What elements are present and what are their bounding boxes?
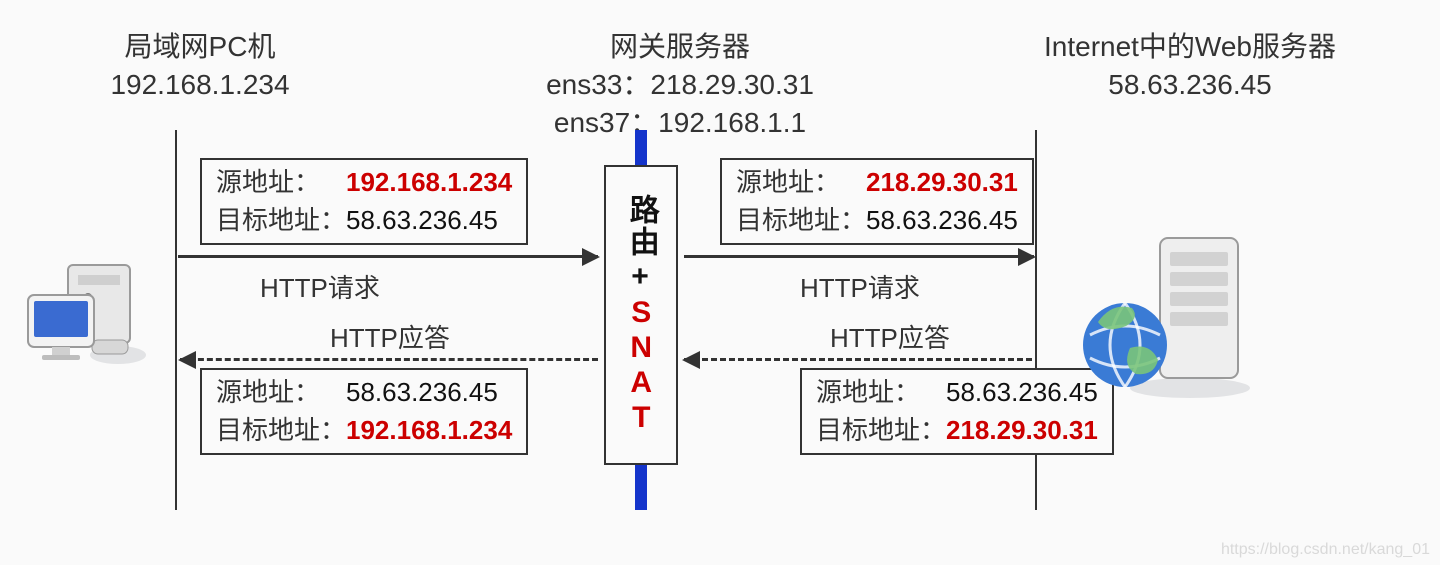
gateway-title: 网关服务器	[400, 28, 960, 66]
snat-box-plus: +	[631, 258, 651, 296]
pc-icon	[20, 255, 160, 395]
arrow-response-right	[684, 358, 1032, 361]
lifeline-client	[175, 130, 177, 510]
caption-response-right: HTTP应答	[830, 318, 950, 355]
pkt1-dst: 58.63.236.45	[346, 205, 498, 235]
node-lan-pc: 局域网PC机 192.168.1.234	[0, 28, 400, 104]
node-gateway: 网关服务器 ens33：218.29.30.31 ens37：192.168.1…	[400, 28, 960, 141]
packet-request-wan: 源地址：218.29.30.31 目标地址：58.63.236.45	[720, 158, 1034, 245]
snat-box-top: 路由	[622, 194, 660, 258]
snat-box-bottom: SNAT	[622, 296, 660, 436]
pkt2-dst: 58.63.236.45	[866, 205, 1018, 235]
caption-request-left: HTTP请求	[260, 268, 380, 305]
packet-response-wan: 源地址：58.63.236.45 目标地址：218.29.30.31	[800, 368, 1114, 455]
pkt4-dst: 218.29.30.31	[946, 415, 1098, 445]
pkt3-dst: 192.168.1.234	[346, 415, 512, 445]
caption-response-left: HTTP应答	[330, 318, 450, 355]
node-web-server: Internet中的Web服务器 58.63.236.45	[930, 28, 1440, 104]
arrow-request-left	[178, 255, 598, 258]
web-server-title: Internet中的Web服务器	[930, 28, 1440, 66]
lan-pc-title: 局域网PC机	[0, 28, 400, 66]
pkt1-src: 192.168.1.234	[346, 167, 512, 197]
arrow-response-left	[180, 358, 598, 361]
server-icon	[1070, 230, 1260, 410]
web-server-ip: 58.63.236.45	[930, 66, 1440, 104]
pkt3-src: 58.63.236.45	[346, 377, 498, 407]
gateway-if2: ens37：192.168.1.1	[400, 104, 960, 142]
lan-pc-ip: 192.168.1.234	[0, 66, 400, 104]
gateway-if1: ens33：218.29.30.31	[400, 66, 960, 104]
arrow-request-right	[684, 255, 1034, 258]
watermark: https://blog.csdn.net/kang_01	[1221, 541, 1430, 559]
caption-request-right: HTTP请求	[800, 268, 920, 305]
packet-response-lan: 源地址：58.63.236.45 目标地址：192.168.1.234	[200, 368, 528, 455]
pkt2-src: 218.29.30.31	[866, 167, 1018, 197]
snat-box: 路由 + SNAT	[604, 165, 678, 465]
packet-request-lan: 源地址：192.168.1.234 目标地址：58.63.236.45	[200, 158, 528, 245]
